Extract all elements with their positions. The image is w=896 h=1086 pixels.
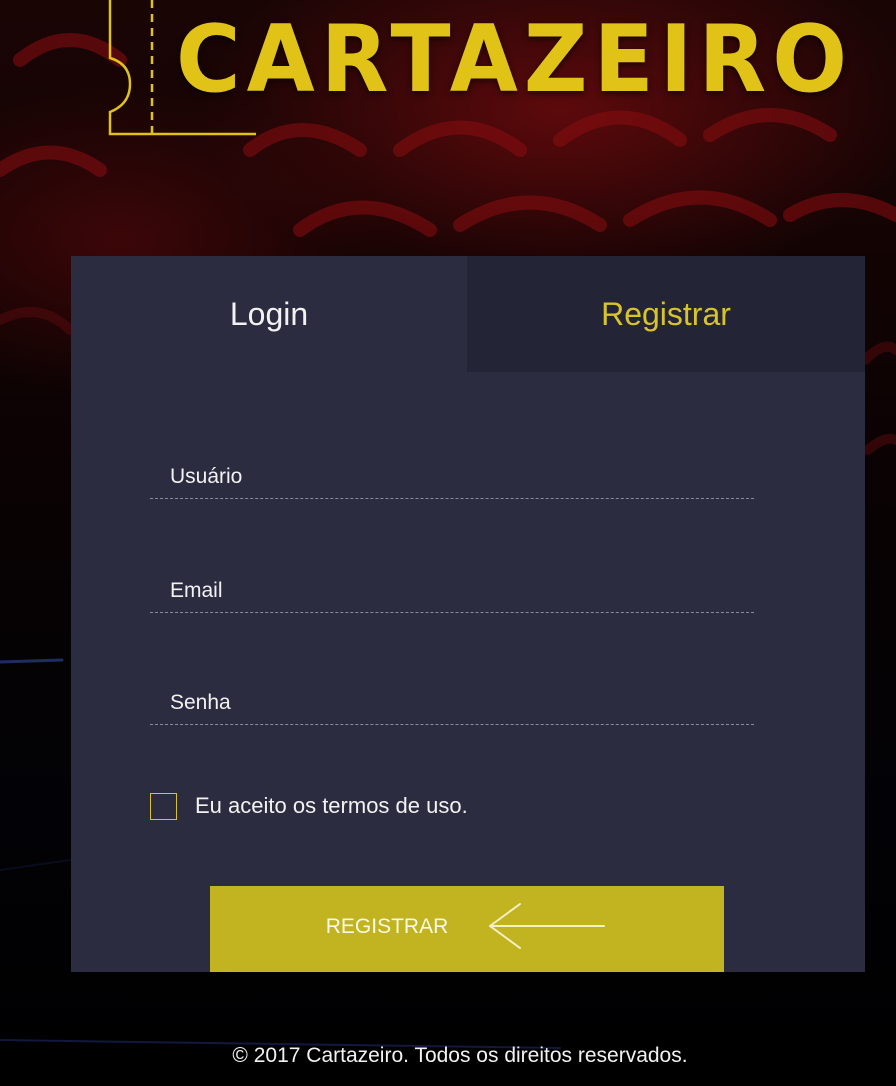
footer-copyright: © 2017 Cartazeiro. Todos os direitos res… [232, 1044, 688, 1067]
auth-tabs: Login Registrar [71, 256, 865, 372]
brand-wordmark: CARTAZEIRO [176, 5, 854, 114]
register-button[interactable]: REGISTRAR [210, 886, 724, 972]
terms-label[interactable]: Eu aceito os termos de uso. [195, 793, 468, 819]
email-field [150, 566, 754, 613]
password-field [150, 678, 754, 725]
email-input[interactable] [168, 578, 752, 604]
register-button-label: REGISTRAR [325, 915, 449, 938]
terms-checkbox[interactable] [150, 792, 177, 820]
username-field [150, 452, 754, 499]
terms-row: Eu aceito os termos de uso. [150, 791, 468, 821]
password-input[interactable] [168, 690, 752, 716]
register-page: CARTAZEIRO Login Registrar Eu aceito os … [0, 0, 896, 1086]
brand-logo: CARTAZEIRO [106, 0, 847, 140]
arrow-left-icon [489, 903, 606, 949]
tab-register[interactable]: Registrar [467, 256, 865, 372]
username-input[interactable] [168, 464, 752, 490]
auth-panel: Login Registrar Eu aceito os termos de u… [71, 256, 865, 972]
tab-login[interactable]: Login [71, 256, 467, 372]
